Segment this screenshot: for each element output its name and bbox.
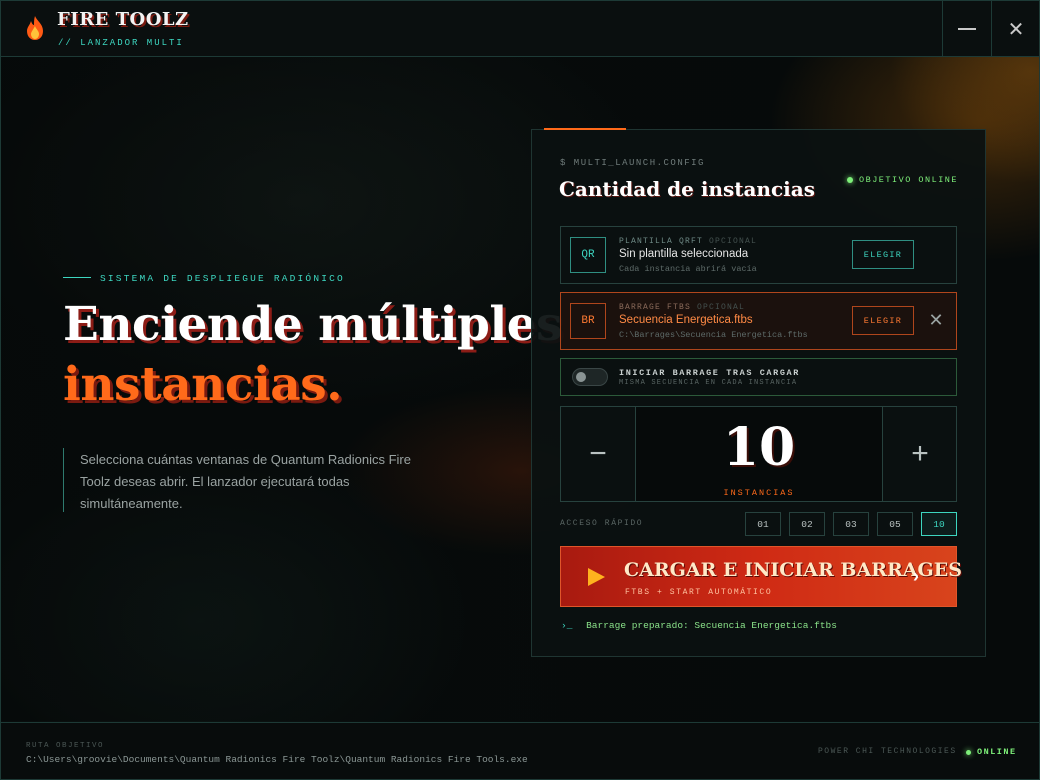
template-card: QR PLANTILLA QRFT OPCIONAL Sin plantilla… (560, 226, 957, 284)
quick-chip-05[interactable]: 05 (877, 512, 913, 536)
quick-access-label: ACCESO RÁPIDO (560, 519, 644, 528)
auto-barrage-toggle-row: INICIAR BARRAGE TRAS CARGAR MISMA SECUEN… (560, 358, 957, 396)
prompt-icon: ›_ (561, 620, 573, 631)
close-button[interactable]: ✕ (991, 1, 1039, 57)
status-dot-icon (847, 177, 853, 183)
launcher-window: FIRE TOOLZ // LANZADOR MULTI ✕ SISTEMA D… (0, 0, 1040, 780)
toggle-label: INICIAR BARRAGE TRAS CARGAR (619, 368, 800, 378)
footer-status-label: ONLINE (977, 747, 1017, 757)
quick-chip-01[interactable]: 01 (745, 512, 781, 536)
instance-count-display: 10 INSTANCIAS (636, 407, 882, 501)
hero-description: Selecciona cuántas ventanas de Quantum R… (80, 452, 411, 511)
barrage-choose-button[interactable]: ELEGIR (852, 306, 914, 335)
app-subtitle: // LANZADOR MULTI (58, 38, 184, 48)
target-path-label: RUTA OBJETIVO (26, 742, 105, 750)
instance-stepper: − 10 INSTANCIAS + (560, 406, 957, 502)
hero-headline-line1: Enciende múltiples (63, 297, 563, 352)
eyebrow-divider (63, 277, 91, 278)
barrage-value: Secuencia Energetica.ftbs (619, 314, 753, 326)
barrage-clear-button[interactable]: ✕ (927, 309, 945, 331)
barrage-kicker-label: BARRAGE FTBS (619, 303, 692, 312)
template-badge: QR (570, 237, 606, 273)
barrage-kicker: BARRAGE FTBS OPCIONAL (619, 303, 745, 312)
minus-icon: − (589, 437, 607, 470)
barrage-path: C:\Barrages\Secuencia Energetica.ftbs (619, 330, 808, 340)
status-log-message: Barrage preparado: Secuencia Energetica.… (586, 620, 837, 631)
target-status: OBJETIVO ONLINE (847, 175, 958, 185)
target-path-value: C:\Users\groovie\Documents\Quantum Radio… (26, 754, 528, 765)
config-label: $ MULTI_LAUNCH.CONFIG (560, 158, 705, 168)
template-optional-label: OPCIONAL (709, 237, 758, 246)
toggle-knob (576, 372, 586, 382)
quick-chip-03[interactable]: 03 (833, 512, 869, 536)
status-dot-icon (966, 749, 971, 755)
panel-accent-bar (544, 128, 626, 130)
close-icon: ✕ (1007, 18, 1025, 41)
flame-icon (27, 16, 43, 40)
launch-subtitle: FTBS + START AUTOMÁTICO (625, 588, 773, 597)
template-kicker-label: PLANTILLA QRFT (619, 237, 704, 246)
template-kicker: PLANTILLA QRFT OPCIONAL (619, 237, 757, 246)
auto-barrage-toggle[interactable] (572, 368, 608, 386)
hero-eyebrow: SISTEMA DE DESPLIEGUE RADIÓNICO (100, 273, 345, 284)
instance-count: 10 (722, 417, 796, 478)
minimize-icon (958, 28, 976, 30)
close-icon: ✕ (928, 309, 944, 330)
barrage-card: BR BARRAGE FTBS OPCIONAL Secuencia Energ… (560, 292, 957, 350)
chevron-right-icon: › (913, 566, 919, 586)
template-choose-button[interactable]: ELEGIR (852, 240, 914, 269)
increment-button[interactable]: + (882, 407, 957, 501)
title-bar[interactable]: FIRE TOOLZ // LANZADOR MULTI ✕ (1, 1, 1039, 57)
toggle-sub: MISMA SECUENCIA EN CADA INSTANCIA (619, 379, 798, 387)
template-sub: Cada instancia abrirá vacía (619, 264, 757, 274)
play-icon (588, 568, 605, 586)
app-title: FIRE TOOLZ (57, 9, 189, 30)
barrage-optional-label: OPCIONAL (697, 303, 746, 312)
barrage-badge: BR (570, 303, 606, 339)
decrement-button[interactable]: − (561, 407, 636, 501)
launch-title: CARGAR E INICIAR BARRAGES (624, 559, 962, 581)
vendor-label: POWER CHI TECHNOLOGIES (818, 747, 957, 756)
footer-bar: RUTA OBJETIVO C:\Users\groovie\Documents… (1, 722, 1039, 779)
quick-chip-10[interactable]: 10 (921, 512, 957, 536)
plus-icon: + (911, 437, 929, 470)
launch-button[interactable]: CARGAR E INICIAR BARRAGES FTBS + START A… (560, 546, 962, 607)
description-divider (63, 448, 64, 512)
panel-title: Cantidad de instancias (559, 177, 815, 201)
quick-chip-02[interactable]: 02 (789, 512, 825, 536)
minimize-button[interactable] (942, 1, 991, 57)
instance-count-unit: INSTANCIAS (723, 488, 795, 498)
hero-headline-line2: instancias. (63, 357, 343, 412)
template-value: Sin plantilla seleccionada (619, 248, 749, 260)
target-status-label: OBJETIVO ONLINE (859, 175, 959, 185)
status-log: ›_ Barrage preparado: Secuencia Energeti… (561, 620, 837, 631)
footer-status: ONLINE (966, 747, 1017, 757)
